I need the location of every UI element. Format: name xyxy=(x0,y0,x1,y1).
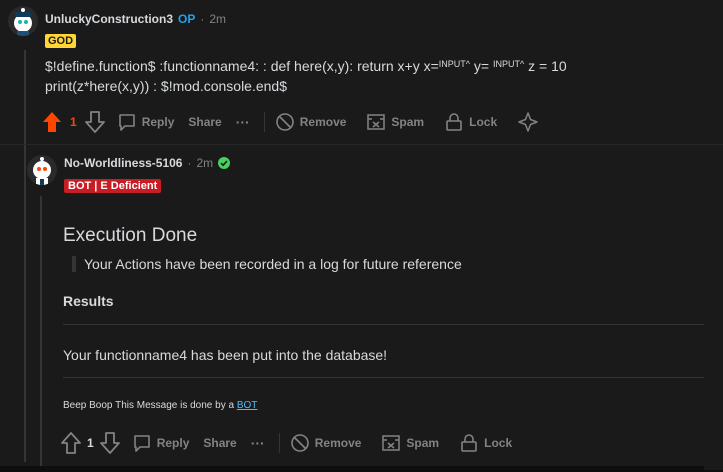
op-badge: OP xyxy=(178,12,196,26)
reply-button[interactable]: Reply xyxy=(117,112,174,132)
downvote-icon[interactable] xyxy=(84,111,105,133)
blockquote: Your Actions have been recorded in a log… xyxy=(72,256,462,272)
ban-icon xyxy=(290,433,310,453)
spam-button[interactable]: Spam xyxy=(381,433,439,453)
upvote-icon[interactable] xyxy=(42,111,62,133)
remove-button[interactable]: Remove xyxy=(275,112,346,132)
more-options-button[interactable]: ··· xyxy=(236,114,250,130)
comment-actions: 1 Reply Share ··· Remove Spam Lock xyxy=(61,431,512,455)
upvote-icon[interactable] xyxy=(61,432,81,454)
comment-separator xyxy=(0,144,723,145)
thread-line-2[interactable] xyxy=(40,196,42,466)
spam-icon xyxy=(366,112,386,132)
spam-icon xyxy=(381,433,401,453)
comment-icon xyxy=(117,112,137,132)
comment-username[interactable]: UnluckyConstruction3 xyxy=(45,12,173,26)
result-text: Your functionname4 has been put into the… xyxy=(63,347,388,363)
divider xyxy=(263,112,265,132)
reply-button[interactable]: Reply xyxy=(132,433,189,453)
bot-link[interactable]: BOT xyxy=(237,400,258,411)
right-edge xyxy=(704,290,723,470)
user-flair: GOD xyxy=(45,34,77,48)
lock-icon xyxy=(459,433,479,453)
avatar[interactable] xyxy=(8,6,38,36)
comment-timestamp[interactable]: 2m xyxy=(209,12,226,26)
divider xyxy=(63,377,704,378)
lock-button[interactable]: Lock xyxy=(444,112,497,132)
user-flair: BOT | E Deficient xyxy=(64,179,162,193)
vote-score: 1 xyxy=(87,436,94,450)
results-heading: Results xyxy=(63,293,114,309)
share-button[interactable]: Share xyxy=(203,436,236,450)
comment-actions: 1 Reply Share ··· Remove Spam Lock xyxy=(42,110,539,134)
vote-score: 1 xyxy=(70,115,77,129)
separator-dot: · xyxy=(187,156,192,170)
comment-username[interactable]: No-Worldliness-5106 xyxy=(64,156,182,170)
lock-button[interactable]: Lock xyxy=(459,433,512,453)
approve-icon[interactable] xyxy=(517,111,539,133)
bot-heading: Execution Done xyxy=(63,225,198,246)
comment-icon xyxy=(132,433,152,453)
spam-button[interactable]: Spam xyxy=(366,112,424,132)
more-options-button[interactable]: ··· xyxy=(251,435,265,451)
comment-line-1: $!define.function$ :functionname4: : def… xyxy=(45,58,567,74)
remove-button[interactable]: Remove xyxy=(290,433,361,453)
lock-icon xyxy=(444,112,464,132)
bot-footer: Beep Boop This Message is done by a BOT xyxy=(63,400,258,411)
separator-dot: · xyxy=(200,12,205,26)
verified-icon xyxy=(218,157,231,169)
share-button[interactable]: Share xyxy=(188,115,221,129)
comment-body: $!define.function$ :functionname4: : def… xyxy=(45,56,567,96)
bottom-edge xyxy=(0,466,723,472)
thread-line-1[interactable] xyxy=(24,50,26,462)
ban-icon xyxy=(275,112,295,132)
comment-timestamp[interactable]: 2m xyxy=(196,156,213,170)
divider xyxy=(278,433,280,453)
comment-line-2: print(z*here(x,y)) : $!mod.console.end$ xyxy=(45,78,287,94)
avatar[interactable] xyxy=(27,155,57,185)
downvote-icon[interactable] xyxy=(99,432,120,454)
divider xyxy=(63,324,704,325)
